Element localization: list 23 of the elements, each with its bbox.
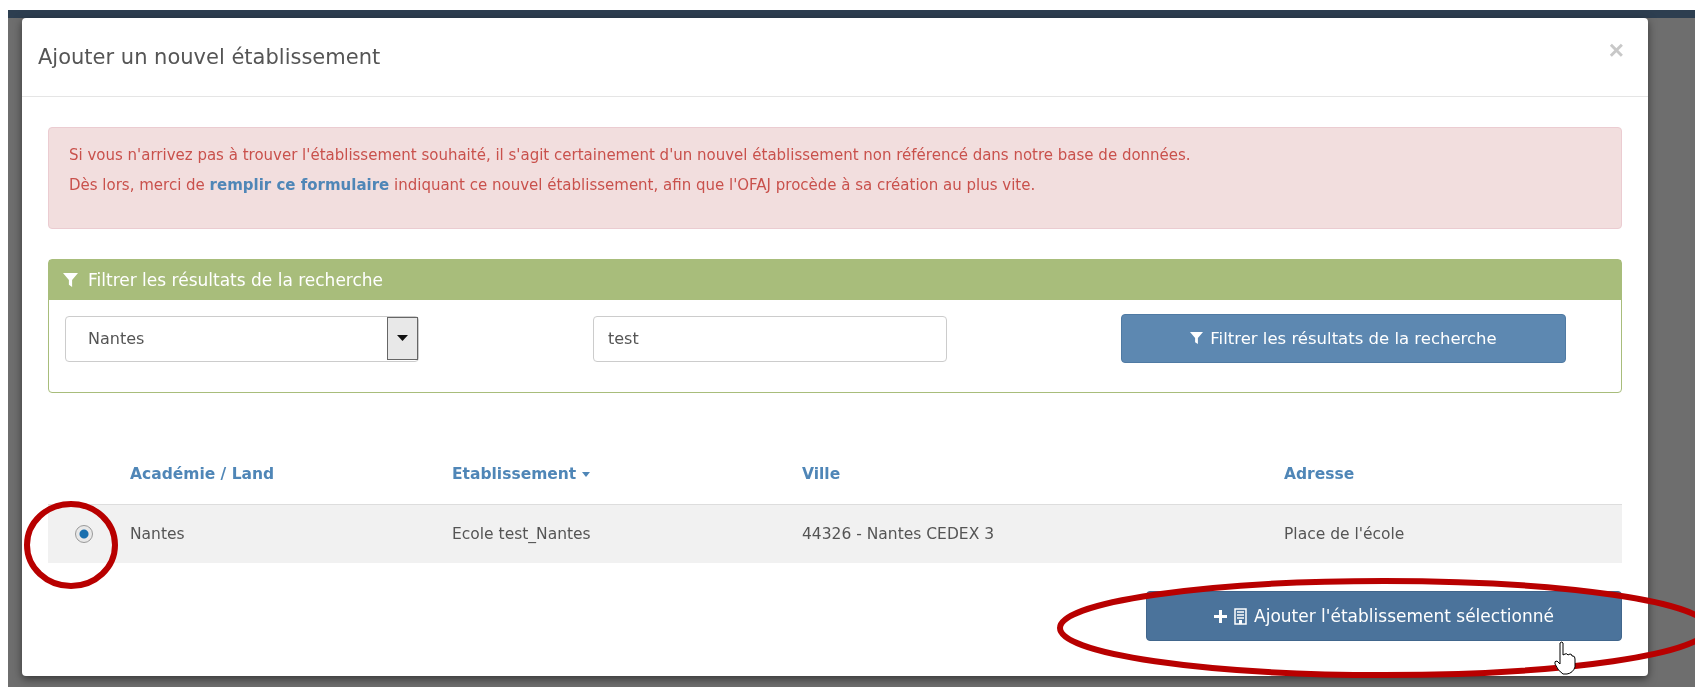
table-row[interactable]: Nantes Ecole test_Nantes 44326 - Nantes CEDEX 3 Place de l'école [48,505,1622,563]
table-cell: 44326 - Nantes CEDEX 3 [802,525,995,543]
building-icon [1234,607,1248,625]
search-field[interactable]: test [593,315,947,362]
filter-icon [1190,332,1204,345]
table-cell: Place de l'école [1284,525,1405,543]
plus-icon [1214,609,1228,623]
academy-select[interactable]: Nantes [65,315,419,362]
column-header[interactable]: Ville [802,465,841,483]
panel-title: Filtrer les résultats de la recherche [88,270,384,290]
table-cell: Ecole test_Nantes [452,525,591,543]
add-button[interactable]: Ajouter l'établissement sélectionné [1146,591,1622,641]
radio-button[interactable] [75,525,93,543]
column-header[interactable]: Adresse [1284,465,1355,483]
column-header[interactable]: Etablissement [452,465,591,483]
alert-text: Dès lors, merci de remplir ce formulaire indiquant ce nouvel établissement, afin que l'OFAJ procède à sa création au plus vite. [69,176,1037,194]
form-link[interactable]: remplir ce formulaire [209,176,390,194]
modal-title: Ajouter un nouvel établissement [38,45,381,69]
alert-text: Si vous n'arrivez pas à trouver l'établissement souhaité, il s'agit certainement d'un nouvel établissement non référencé dans notre base de données. [69,146,1192,164]
filter-icon [63,272,78,288]
filter-button[interactable]: Filtrer les résultats de la recherche [1121,314,1566,363]
table-cell: Nantes [130,525,185,543]
column-header[interactable]: Académie / Land [130,465,275,483]
